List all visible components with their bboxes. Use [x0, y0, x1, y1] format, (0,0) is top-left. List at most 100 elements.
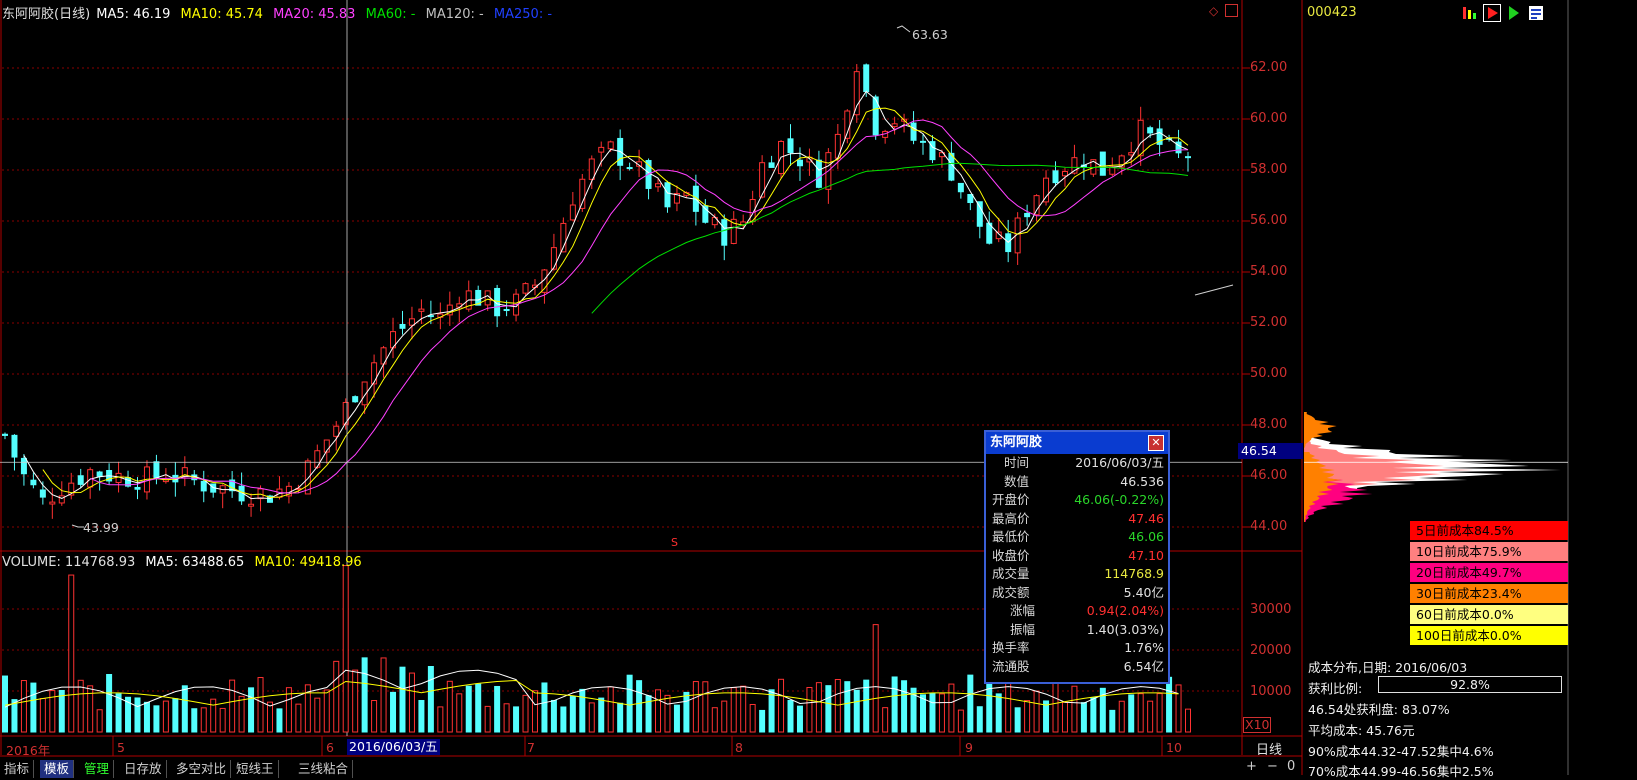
tab-5[interactable]: 短线王: [232, 760, 279, 778]
profit-label: 获利比例:: [1308, 681, 1363, 696]
tab-2[interactable]: 管理: [80, 760, 115, 778]
volume-bar: [1128, 694, 1135, 733]
volume-bar: [266, 701, 273, 733]
volume-bar: [957, 709, 964, 733]
settings-icon[interactable]: [1527, 4, 1545, 22]
profit-value: 92.8%: [1450, 677, 1490, 692]
selected-date: 2016/06/03/五: [347, 739, 440, 755]
popup-row: 数值 46.536: [986, 473, 1168, 492]
volume-bar: [655, 689, 662, 733]
stock-title: 东阿阿胶(日线): [2, 7, 91, 22]
volume-bar: [1014, 707, 1021, 733]
popup-row: 振幅 1.40(3.03%): [986, 621, 1168, 640]
popup-row: 最高价 47.46: [986, 510, 1168, 529]
volume-bar: [673, 704, 680, 733]
volume-bar: [323, 689, 330, 733]
volume-bar: [513, 706, 520, 733]
quote-popup[interactable]: 东阿阿胶 ✕ 时间 2016/06/03/五 数值 46.536 开盘价 46.06(-0…: [984, 430, 1170, 684]
minus-icon[interactable]: −: [1267, 759, 1278, 774]
period-button[interactable]: 日线: [1256, 739, 1282, 758]
popup-row-label: 最高价: [992, 510, 1030, 526]
volume-bar: [967, 674, 974, 733]
candle-body: [503, 309, 510, 312]
candle-body: [1052, 170, 1059, 184]
candle-body: [2, 433, 8, 436]
candle-body: [484, 290, 491, 306]
play-green-icon[interactable]: [1505, 4, 1523, 22]
popup-row-value: 2016/06/03/五: [1075, 455, 1164, 470]
popup-row-value: 1.40(3.03%): [1086, 621, 1164, 637]
volume-bar: [579, 688, 586, 733]
volume-bar: [30, 682, 37, 733]
candle-body: [1128, 152, 1135, 156]
volume-tick: 10000: [1250, 684, 1292, 699]
price-tick: 56.00: [1250, 213, 1288, 228]
tab-0[interactable]: 指标: [0, 760, 35, 778]
popup-row-value: 46.06(-0.22%): [1074, 492, 1164, 507]
ma120-line: [1194, 284, 1234, 296]
tab-6[interactable]: 三线粘合: [294, 760, 354, 778]
volume-bar: [636, 680, 643, 733]
volume-bar: [1052, 682, 1059, 733]
popup-row-label: 最低价: [992, 529, 1030, 544]
price-profit: 46.54处获利盘: 83.07%: [1308, 702, 1450, 717]
candle-body: [1099, 151, 1106, 176]
volume-bar: [172, 698, 179, 733]
close-icon[interactable]: ✕: [1148, 435, 1164, 451]
cost-70: 70%成本44.99-46.56集中2.5%: [1308, 764, 1494, 779]
volume-bar: [229, 679, 236, 733]
popup-row-value: 46.06: [1128, 529, 1164, 544]
price-tick: 52.00: [1250, 315, 1288, 330]
zero-icon[interactable]: 0: [1287, 759, 1295, 774]
candle-body: [1033, 195, 1040, 216]
popup-title-bar[interactable]: 东阿阿胶 ✕: [986, 432, 1168, 454]
volume-bar: [371, 700, 378, 733]
volume-header: VOLUME: 114768.93 MA5: 63488.65 MA10: 49…: [2, 555, 368, 570]
maximize-icon[interactable]: [1225, 4, 1238, 17]
bars-icon[interactable]: [1461, 4, 1479, 22]
tab-1[interactable]: 模板: [40, 760, 75, 778]
volume-bar: [815, 682, 822, 733]
volume-bar: [891, 676, 898, 733]
volume-bar: [408, 672, 415, 733]
signal-marker: S: [671, 536, 678, 549]
volume-bar: [617, 702, 624, 733]
volume-bar: [352, 669, 359, 733]
popup-row: 开盘价 46.06(-0.22%): [986, 491, 1168, 510]
volume-bar: [1166, 676, 1173, 733]
volume-bar: [475, 683, 482, 733]
candle-body: [39, 489, 46, 498]
tab-3[interactable]: 日存放: [120, 760, 167, 778]
popup-row: 换手率 1.76%: [986, 639, 1168, 658]
volume-bar: [834, 679, 841, 733]
candle-body: [863, 64, 870, 93]
volume-bar: [503, 703, 510, 733]
diamond-icon[interactable]: ◇: [1209, 4, 1218, 18]
popup-row-value: 47.10: [1128, 547, 1164, 563]
popup-row-label: 成交额: [992, 584, 1030, 600]
candle-body: [1185, 156, 1191, 159]
candle-body: [607, 141, 614, 150]
play-red-icon[interactable]: [1483, 4, 1501, 22]
candle-body: [1043, 177, 1050, 203]
popup-row-label: 流通股: [992, 658, 1030, 674]
volume-bar: [1033, 690, 1040, 733]
popup-row-label: 开盘价: [992, 492, 1030, 507]
cost-legend-item: 60日前成本0.0%: [1410, 605, 1568, 624]
volume-bar: [1061, 701, 1068, 733]
candle-body: [1024, 212, 1031, 218]
volume-bar: [1175, 684, 1182, 733]
volume-bar: [787, 700, 794, 733]
volume-bar: [342, 565, 349, 733]
price-tick: 48.00: [1250, 417, 1288, 432]
volume-bar: [276, 708, 283, 733]
tab-4[interactable]: 多空对比: [172, 760, 232, 778]
volume-bar: [219, 707, 226, 733]
popup-row-value: 46.536: [1120, 473, 1164, 489]
volume-bar: [1137, 693, 1144, 733]
plus-icon[interactable]: +: [1246, 759, 1257, 774]
volume-bar: [248, 687, 255, 733]
volume-bar: [702, 681, 709, 733]
date-month: 9: [965, 740, 973, 755]
date-month: 7: [527, 740, 535, 755]
